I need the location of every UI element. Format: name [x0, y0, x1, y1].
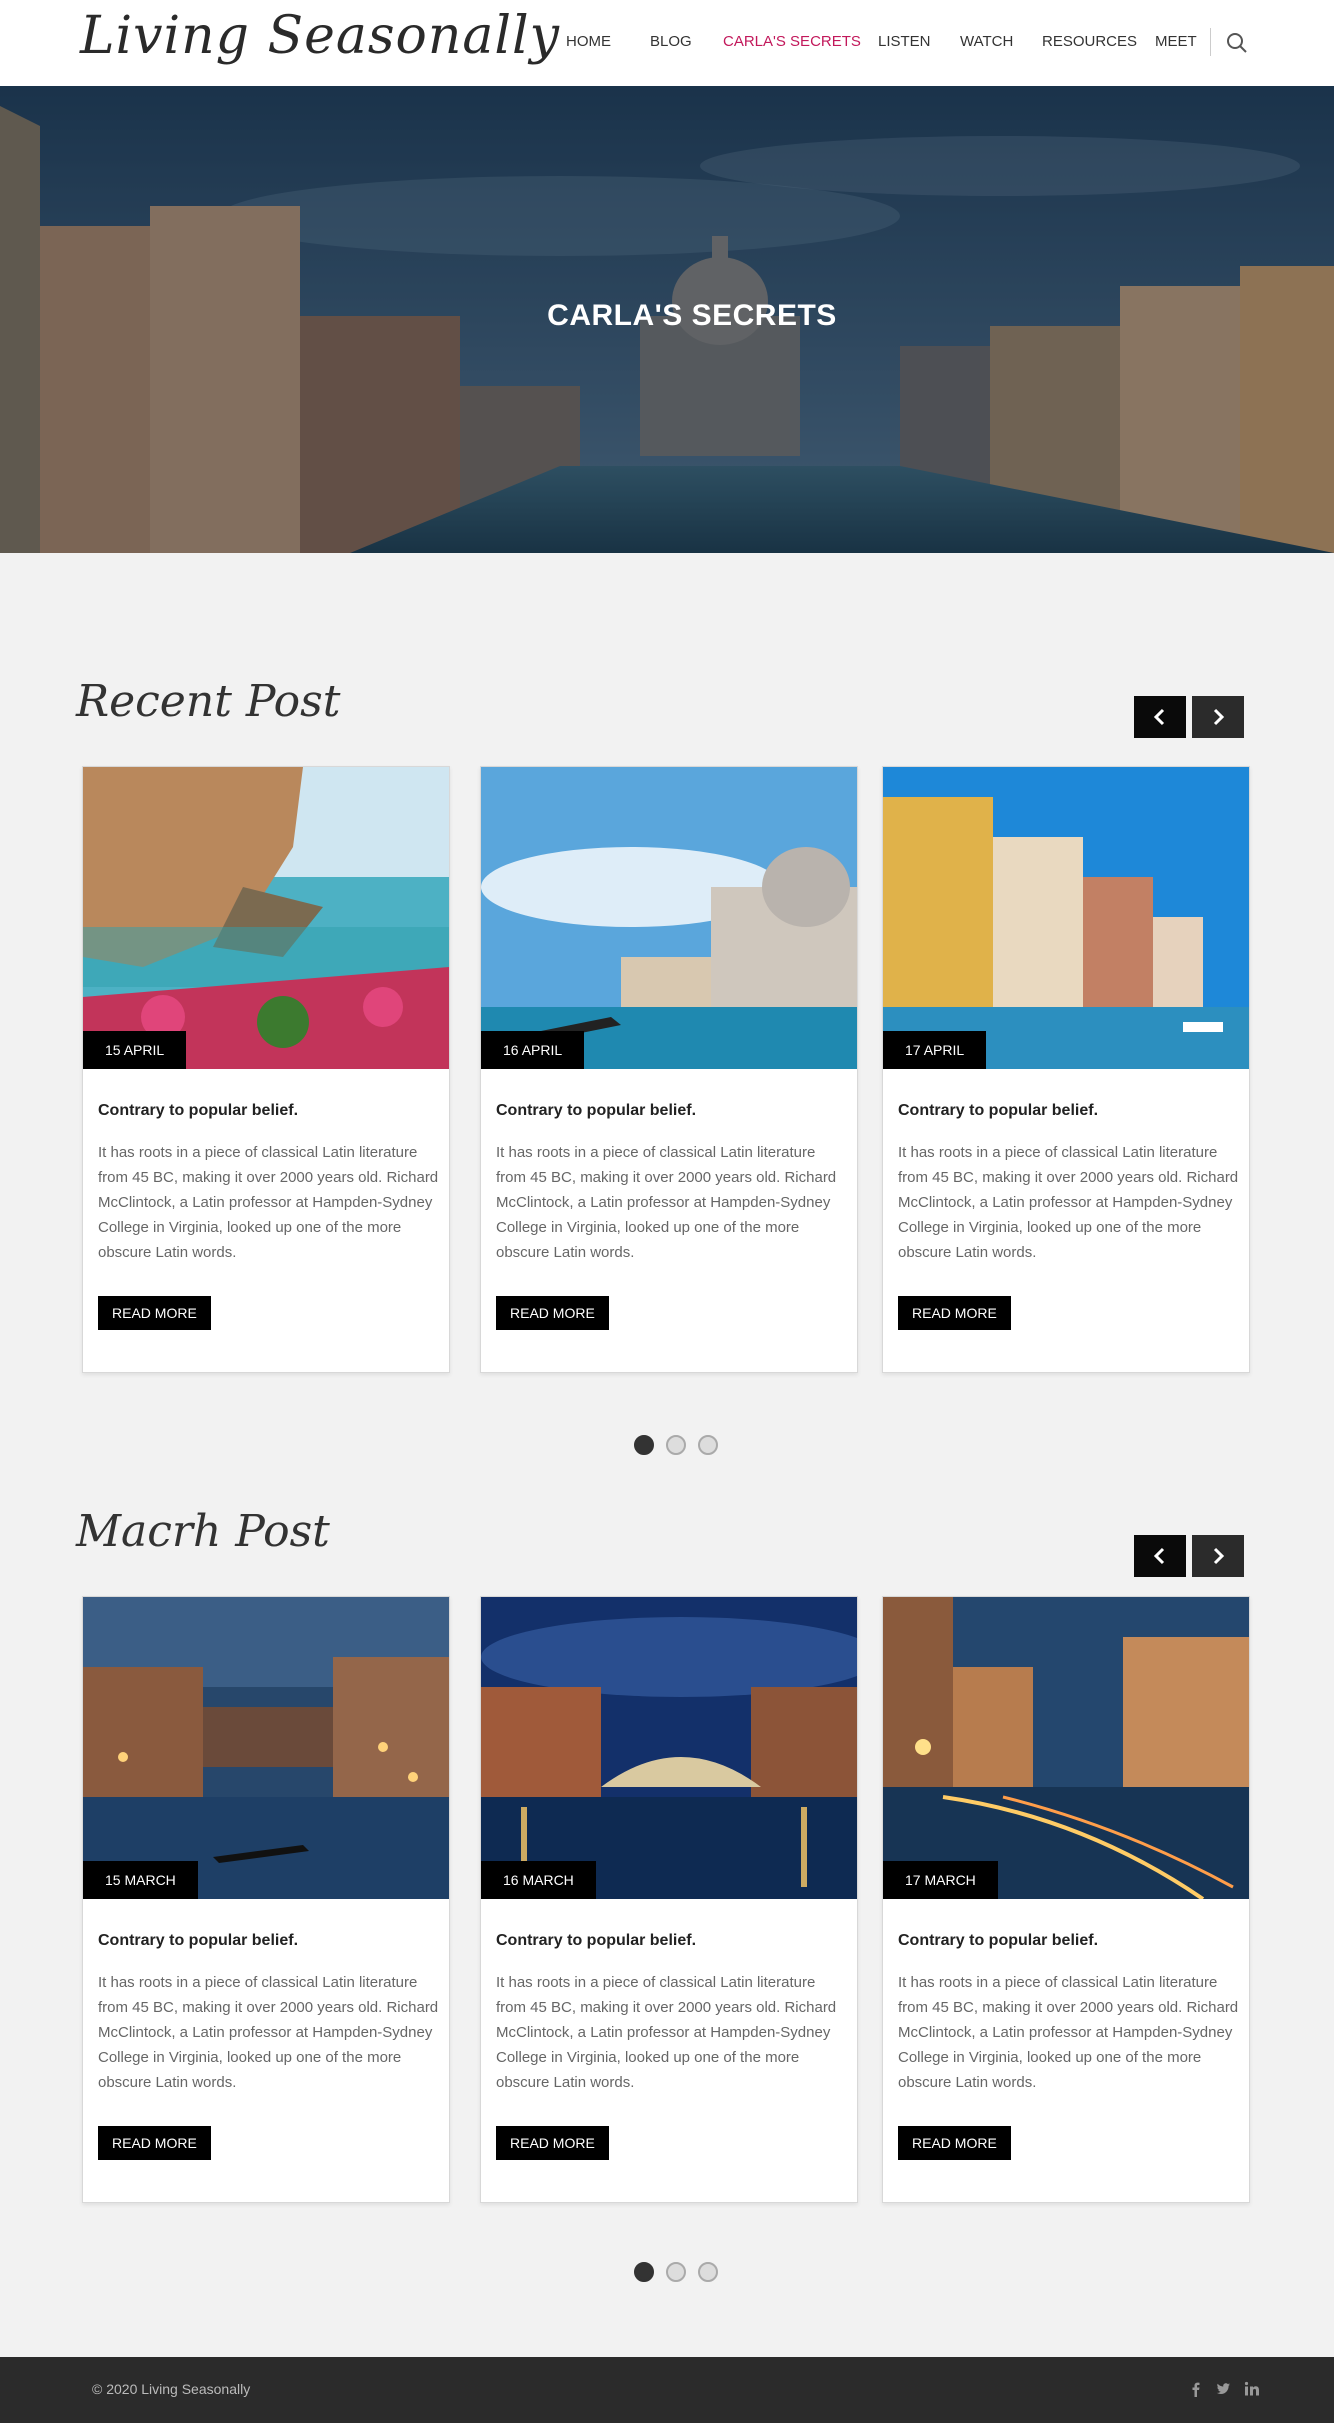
read-more-button[interactable]: READ MORE: [98, 2126, 211, 2160]
post-excerpt: It has roots in a piece of classical Lat…: [98, 1974, 439, 2091]
recent-next-button[interactable]: [1192, 696, 1244, 738]
hero-banner: CARLA'S SECRETS: [0, 86, 1334, 553]
read-more-button[interactable]: READ MORE: [496, 2126, 609, 2160]
site-header: Living Seasonally HOME BLOG CARLA'S SECR…: [0, 0, 1334, 86]
site-footer: © 2020 Living Seasonally: [0, 2357, 1334, 2423]
post-title[interactable]: Contrary to popular belief.: [496, 1932, 696, 1950]
post-excerpt: It has roots in a piece of classical Lat…: [98, 1144, 439, 1261]
nav-listen[interactable]: LISTEN: [878, 33, 931, 50]
post-card: 15 APRIL Contrary to popular belief. It …: [82, 766, 450, 1373]
read-more-button[interactable]: READ MORE: [98, 1296, 211, 1330]
nav-blog[interactable]: BLOG: [650, 33, 692, 50]
recent-prev-button[interactable]: [1134, 696, 1186, 738]
post-excerpt: It has roots in a piece of classical Lat…: [496, 1144, 837, 1261]
post-title[interactable]: Contrary to popular belief.: [98, 1102, 298, 1120]
post-card: 16 APRIL Contrary to popular belief. It …: [480, 766, 858, 1373]
post-image-cinque-terre[interactable]: [83, 767, 449, 1069]
hero-title: CARLA'S SECRETS: [547, 299, 837, 332]
recent-slider-dot-3[interactable]: [698, 1435, 718, 1455]
post-image-canal-night-lights[interactable]: [883, 1597, 1249, 1899]
post-card: 16 MARCH Contrary to popular belief. It …: [480, 1596, 858, 2203]
facebook-icon[interactable]: [1188, 2381, 1204, 2397]
post-card: 17 APRIL Contrary to popular belief. It …: [882, 766, 1250, 1373]
search-icon[interactable]: [1226, 32, 1248, 54]
post-title[interactable]: Contrary to popular belief.: [898, 1102, 1098, 1120]
post-image-rialto-bridge[interactable]: [481, 1597, 857, 1899]
post-image-grand-canal-palazzo[interactable]: [883, 767, 1249, 1069]
march-post-title: Macrh Post: [76, 1506, 330, 1557]
post-date-tag: 17 APRIL: [883, 1031, 987, 1069]
post-image-canal-dusk[interactable]: [83, 1597, 449, 1899]
recent-slider-dot-2[interactable]: [666, 1435, 686, 1455]
read-more-button[interactable]: READ MORE: [898, 1296, 1011, 1330]
post-card: 15 MARCH Contrary to popular belief. It …: [82, 1596, 450, 2203]
march-prev-button[interactable]: [1134, 1535, 1186, 1577]
chevron-right-icon: [1213, 708, 1225, 726]
nav-watch[interactable]: WATCH: [960, 33, 1013, 50]
post-title[interactable]: Contrary to popular belief.: [898, 1932, 1098, 1950]
copyright-text: © 2020 Living Seasonally: [92, 2381, 251, 2397]
recent-slider-dot-1[interactable]: [634, 1435, 654, 1455]
march-slider-dot-2[interactable]: [666, 2262, 686, 2282]
read-more-button[interactable]: READ MORE: [898, 2126, 1011, 2160]
site-logo[interactable]: Living Seasonally: [80, 6, 560, 66]
nav-resources[interactable]: RESOURCES: [1042, 33, 1137, 50]
chevron-right-icon: [1213, 1547, 1225, 1565]
march-slider-dot-1[interactable]: [634, 2262, 654, 2282]
nav-meet[interactable]: MEET: [1155, 33, 1197, 50]
nav-home[interactable]: HOME: [566, 33, 611, 50]
post-date-tag: 16 MARCH: [481, 1861, 596, 1899]
post-card: 17 MARCH Contrary to popular belief. It …: [882, 1596, 1250, 2203]
chevron-left-icon: [1153, 1547, 1165, 1565]
march-slider-dot-3[interactable]: [698, 2262, 718, 2282]
chevron-left-icon: [1153, 708, 1165, 726]
post-date-tag: 15 MARCH: [83, 1861, 198, 1899]
read-more-button[interactable]: READ MORE: [496, 1296, 609, 1330]
march-next-button[interactable]: [1192, 1535, 1244, 1577]
post-date-tag: 15 APRIL: [83, 1031, 187, 1069]
post-excerpt: It has roots in a piece of classical Lat…: [898, 1974, 1239, 2091]
nav-divider: [1210, 28, 1211, 56]
linkedin-icon[interactable]: [1244, 2381, 1260, 2397]
recent-post-title: Recent Post: [76, 676, 341, 727]
post-date-tag: 17 MARCH: [883, 1861, 998, 1899]
twitter-icon[interactable]: [1215, 2381, 1231, 2397]
nav-carlas-secrets[interactable]: CARLA'S SECRETS: [723, 33, 861, 50]
post-excerpt: It has roots in a piece of classical Lat…: [496, 1974, 837, 2091]
post-date-tag: 16 APRIL: [481, 1031, 585, 1069]
post-title[interactable]: Contrary to popular belief.: [496, 1102, 696, 1120]
post-image-venice-basilica[interactable]: [481, 767, 857, 1069]
post-title[interactable]: Contrary to popular belief.: [98, 1932, 298, 1950]
post-excerpt: It has roots in a piece of classical Lat…: [898, 1144, 1239, 1261]
